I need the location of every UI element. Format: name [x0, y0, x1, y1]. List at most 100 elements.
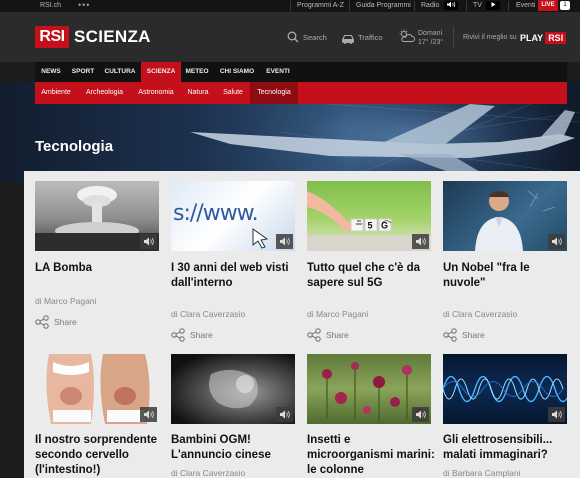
article-author: di Clara Caverzasio [171, 468, 246, 478]
hero-banner: Ambiente Archeologia Astronomia Natura S… [0, 82, 580, 182]
cube-g-text: G [381, 221, 388, 231]
car-icon[interactable] [341, 31, 355, 49]
play-brand: PLAY [520, 33, 544, 43]
article-thumbnail[interactable]: s://www. [171, 181, 295, 251]
eventi-link[interactable]: Eventi [516, 2, 535, 9]
nav-cultura[interactable]: CULTURA [99, 62, 141, 82]
web-url-text: s://www. [173, 201, 259, 226]
guida-programmi-link[interactable]: Guida Programmi [356, 2, 411, 9]
article-thumbnail[interactable] [171, 354, 295, 424]
speaker-icon[interactable] [412, 407, 429, 422]
live-count: 1 [560, 1, 570, 10]
main-navigation: NEWS SPORT CULTURA SCIENZA METEO CHI SIA… [35, 62, 567, 82]
article-thumbnail[interactable] [443, 354, 567, 424]
top-utility-bar: RSI.ch ••• Programmi A-Z Guida Programmi… [0, 0, 580, 12]
cube-5-text: 5 [368, 221, 373, 231]
speaker-icon[interactable] [548, 407, 565, 422]
divider [453, 26, 454, 48]
article-card[interactable]: Un Nobel "fra le nuvole" di Clara Caverz… [443, 181, 567, 342]
article-title[interactable]: Bambini OGM! L'annuncio cinese [171, 433, 299, 463]
rsi-ch-link[interactable]: RSI.ch [40, 2, 61, 9]
tv-link[interactable]: TV [473, 2, 482, 9]
speaker-icon[interactable] [276, 234, 293, 249]
sub-navigation: Ambiente Archeologia Astronomia Natura S… [35, 82, 567, 104]
divider [466, 1, 467, 11]
article-card[interactable]: Il nostro sorprendente secondo cervello … [35, 354, 159, 478]
article-thumbnail[interactable] [443, 181, 567, 251]
nav-sport[interactable]: SPORT [67, 62, 99, 82]
article-card[interactable]: s://www. I 30 anni del web visti dall'in… [171, 181, 295, 342]
article-thumbnail[interactable]: 5 G [307, 181, 431, 251]
share-button[interactable]: Share [307, 328, 367, 342]
speaker-icon[interactable] [140, 407, 157, 422]
article-title[interactable]: Il nostro sorprendente secondo cervello … [35, 433, 163, 478]
share-icon [35, 315, 49, 329]
article-author: di Marco Pagani [307, 309, 369, 319]
article-thumbnail[interactable] [307, 354, 431, 424]
article-thumbnail[interactable] [35, 354, 159, 424]
subnav-tecnologia[interactable]: Tecnologia [250, 82, 298, 104]
article-title[interactable]: Gli elettrosensibili... malati immaginar… [443, 433, 571, 463]
cloud-sun-icon [398, 29, 416, 48]
article-card[interactable]: LA Bomba di Marco Pagani Share [35, 181, 159, 341]
subnav-archeologia[interactable]: Archeologia [77, 82, 132, 104]
nav-scienza[interactable]: SCIENZA [141, 62, 181, 82]
speaker-icon[interactable] [276, 407, 293, 422]
tv-play-icon[interactable] [486, 1, 500, 10]
programmi-az-link[interactable]: Programmi A-Z [297, 2, 344, 9]
share-icon [307, 328, 321, 342]
divider [349, 1, 350, 11]
section-title[interactable]: SCIENZA [74, 27, 151, 47]
share-label: Share [54, 317, 77, 327]
subnav-ambiente[interactable]: Ambiente [35, 82, 77, 104]
article-card[interactable]: Bambini OGM! L'annuncio cinese di Clara … [171, 354, 295, 478]
radio-speaker-icon[interactable] [444, 1, 458, 10]
page-title: Tecnologia [35, 138, 114, 155]
live-badge[interactable]: LIVE [538, 0, 558, 11]
play-rsi-mini: RSI [545, 32, 567, 44]
article-title[interactable]: Insetti e microorganismi marini: le colo… [307, 433, 435, 478]
traffic-button[interactable]: Traffico [358, 33, 383, 42]
nav-eventi[interactable]: EVENTI [261, 62, 295, 82]
article-card[interactable]: Gli elettrosensibili... malati immaginar… [443, 354, 567, 478]
share-button[interactable]: Share [443, 328, 503, 342]
share-button[interactable]: Share [171, 328, 231, 342]
more-menu[interactable]: ••• [78, 0, 90, 10]
article-author: di Clara Caverzasio [443, 309, 518, 319]
nav-news[interactable]: NEWS [35, 62, 67, 82]
speaker-icon[interactable] [412, 234, 429, 249]
article-title[interactable]: Tutto quel che c'è da sapere sul 5G [307, 261, 435, 291]
article-title[interactable]: I 30 anni del web visti dall'interno [171, 261, 299, 291]
article-author: di Marco Pagani [35, 296, 97, 306]
search-button[interactable]: Search [303, 33, 327, 42]
share-icon [443, 328, 457, 342]
speaker-icon[interactable] [548, 234, 565, 249]
subnav-salute[interactable]: Salute [216, 82, 250, 104]
play-prompt: Rivivi il meglio su [463, 34, 517, 41]
rsi-logo[interactable]: RSI [35, 26, 69, 48]
article-title[interactable]: Un Nobel "fra le nuvole" [443, 261, 571, 291]
article-card[interactable]: 5 G Tutto quel che c'è da sapere sul 5G … [307, 181, 431, 342]
subnav-natura[interactable]: Natura [180, 82, 216, 104]
nav-chi-siamo[interactable]: CHI SIAMO [213, 62, 261, 82]
article-grid: LA Bomba di Marco Pagani Share s://www. … [24, 171, 580, 478]
weather-forecast[interactable]: Domani 17° /23° [418, 29, 443, 47]
article-title[interactable]: LA Bomba [35, 261, 163, 276]
cursor-image [252, 228, 269, 249]
article-card[interactable]: Insetti e microorganismi marini: le colo… [307, 354, 435, 478]
weather-temp: 17° /23° [418, 39, 444, 46]
article-thumbnail[interactable] [35, 181, 159, 251]
weather-day: Domani [418, 30, 443, 37]
subnav-astronomia[interactable]: Astronomia [132, 82, 180, 104]
share-button[interactable]: Share [35, 315, 95, 329]
divider [290, 1, 291, 11]
search-icon[interactable] [287, 30, 299, 48]
play-rsi-logo[interactable]: PLAY RSI [520, 32, 567, 44]
speaker-icon[interactable] [140, 234, 157, 249]
share-label: Share [190, 330, 213, 340]
divider [414, 1, 415, 11]
article-author: di Barbara Camplani [443, 468, 521, 478]
radio-link[interactable]: Radio [421, 2, 439, 9]
share-label: Share [462, 330, 485, 340]
nav-meteo[interactable]: METEO [181, 62, 213, 82]
